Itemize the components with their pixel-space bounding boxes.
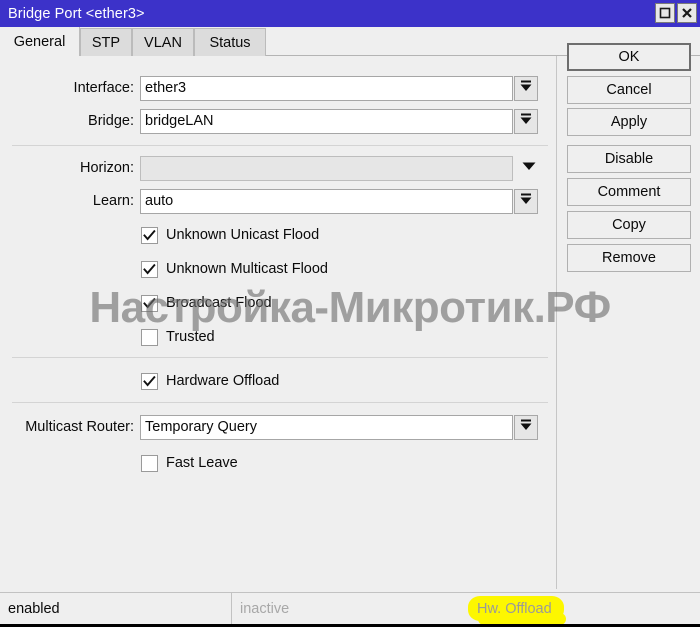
learn-input[interactable] — [140, 188, 513, 214]
bridge-port-dialog: Bridge Port <ether3> General STP VLAN Statu… — [0, 0, 700, 627]
tab-label: Status — [209, 34, 251, 51]
chevron-down-icon — [520, 157, 538, 180]
checkbox-label: Unknown Multicast Flood — [166, 261, 328, 277]
field-label: Horizon: — [80, 160, 134, 176]
checkbox-checked-icon — [141, 226, 158, 244]
remove-button[interactable]: Remove — [567, 244, 691, 272]
tab-vlan[interactable]: VLAN — [132, 28, 194, 56]
status-bar: enabled inactive Hw. Offload — [0, 592, 700, 624]
field-row: Multicast Router: — [0, 414, 557, 440]
checkbox-unknown-unicast-flood[interactable]: Unknown Unicast Flood — [141, 224, 319, 246]
tab-label: STP — [91, 34, 121, 51]
comment-button[interactable]: Comment — [567, 178, 691, 206]
interface-dropdown-button[interactable] — [514, 75, 538, 101]
divider-3 — [12, 402, 548, 403]
cancel-button[interactable]: Cancel — [567, 76, 691, 104]
checkbox-unknown-multicast-flood[interactable]: Unknown Multicast Flood — [141, 258, 328, 280]
button-label: Copy — [612, 217, 646, 233]
copy-button[interactable]: Copy — [567, 211, 691, 239]
checkbox-checked-icon — [141, 294, 158, 312]
maximize-button[interactable] — [655, 3, 675, 23]
divider-2 — [12, 357, 548, 358]
dropdown-arrow-icon — [518, 191, 534, 212]
button-label: Apply — [610, 114, 648, 130]
dropdown-arrow-icon — [518, 111, 534, 132]
disable-button[interactable]: Disable — [567, 145, 691, 173]
field-row: Bridge: — [0, 108, 557, 134]
learn-dropdown-button[interactable] — [514, 188, 538, 214]
tab-status[interactable]: Status — [194, 28, 266, 56]
checkbox-checked-icon — [141, 372, 158, 390]
field-row: Horizon: — [0, 155, 557, 181]
horizon-dropdown-caret[interactable] — [517, 156, 541, 181]
checkbox-label: Fast Leave — [166, 455, 238, 471]
checkbox-label: Broadcast Flood — [166, 295, 272, 311]
tab-stp[interactable]: STP — [80, 28, 132, 56]
checkbox-broadcast-flood[interactable]: Broadcast Flood — [141, 292, 272, 314]
checkbox-unchecked-icon — [141, 328, 158, 346]
bridge-input[interactable] — [140, 108, 513, 134]
field-label: Interface: — [73, 80, 134, 96]
field-label: Bridge: — [88, 113, 134, 129]
button-label: Disable — [604, 151, 654, 167]
status-inactive: inactive — [240, 600, 290, 617]
checkbox-label: Trusted — [166, 329, 215, 345]
horizon-input — [140, 155, 513, 181]
form-panel: Interface: Bridge: Horizon: Learn: Multicast… — [0, 56, 557, 589]
field-row: Learn: — [0, 188, 557, 214]
checkbox-trusted[interactable]: Trusted — [141, 326, 215, 348]
button-label: Cancel — [606, 82, 652, 98]
checkbox-label: Unknown Unicast Flood — [166, 227, 320, 243]
title-bar: Bridge Port <ether3> — [0, 0, 700, 27]
field-row: Interface: — [0, 75, 557, 101]
apply-button[interactable]: Apply — [567, 108, 691, 136]
field-label: Learn: — [92, 193, 134, 209]
checkbox-hardware-offload[interactable]: Hardware Offload — [141, 370, 279, 392]
tab-label: General — [13, 33, 66, 50]
close-button[interactable] — [677, 3, 697, 23]
bridge-dropdown-button[interactable] — [514, 108, 538, 134]
maximize-icon — [659, 7, 671, 19]
status-enabled: enabled — [0, 593, 232, 624]
checkbox-unchecked-icon — [141, 454, 158, 472]
interface-input[interactable] — [140, 75, 513, 101]
close-icon — [681, 7, 693, 19]
button-label: Comment — [597, 184, 661, 200]
field-label: Multicast Router: — [25, 419, 134, 435]
button-label: Remove — [602, 250, 656, 266]
tab-label: VLAN — [144, 34, 182, 51]
multicast-router-dropdown-button[interactable] — [514, 414, 538, 440]
status-hw-offload: Hw. Offload — [477, 600, 552, 617]
multicast-router-input[interactable] — [140, 414, 513, 440]
action-button-panel: OK Cancel Apply Disable Comment Copy Remove — [558, 43, 700, 589]
checkbox-checked-icon — [141, 260, 158, 278]
window-title: Bridge Port <ether3> — [8, 5, 145, 22]
checkbox-label: Hardware Offload — [166, 373, 280, 389]
button-label: OK — [618, 49, 640, 65]
title-bar-buttons — [655, 3, 697, 23]
tab-general[interactable]: General — [0, 27, 80, 56]
divider-1 — [12, 145, 548, 146]
dropdown-arrow-icon — [518, 417, 534, 438]
checkbox-fast-leave[interactable]: Fast Leave — [141, 452, 238, 474]
ok-button[interactable]: OK — [567, 43, 691, 71]
dropdown-arrow-icon — [518, 78, 534, 99]
